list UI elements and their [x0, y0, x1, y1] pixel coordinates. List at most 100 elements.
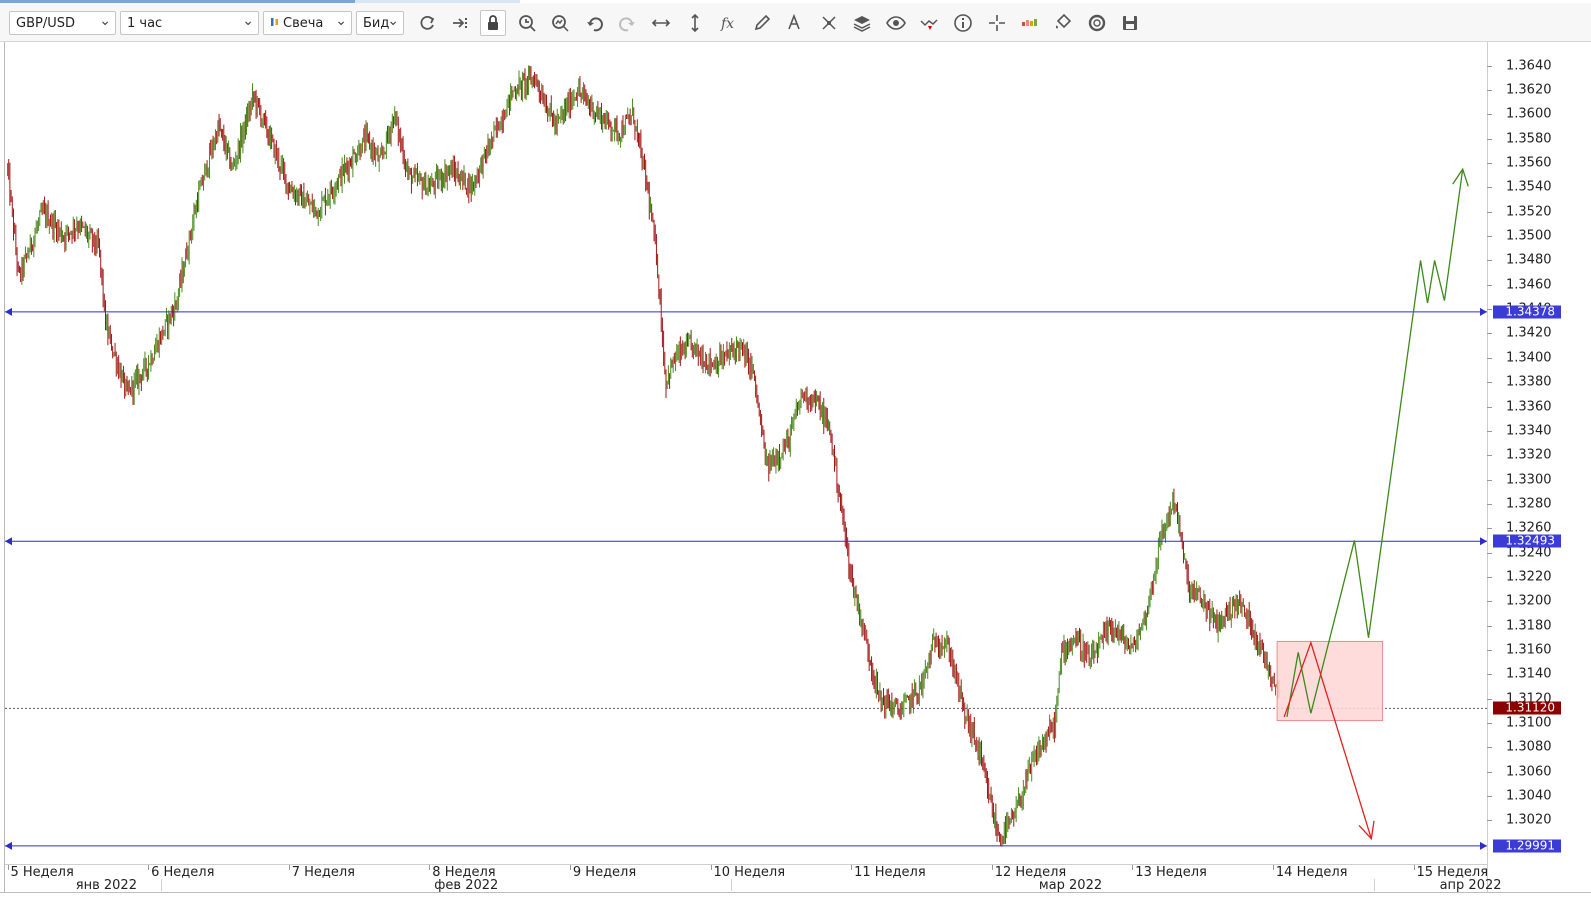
week-label: 9 Неделя — [572, 865, 637, 880]
month-separator — [161, 879, 162, 891]
symbol-select-value: GBP/USD — [16, 16, 75, 31]
week-tick — [1413, 865, 1415, 870]
price-tick — [1487, 382, 1492, 384]
month-label: янв 2022 — [75, 878, 137, 893]
price-tick-label: 1.3360 — [1506, 399, 1552, 415]
level-handle-right-icon — [1480, 537, 1487, 546]
price-tick — [1487, 479, 1492, 481]
toolbar: GBP/USD ⌄ 1 час ⌄ Свеча ⌄ Бид ⌄ fx — [0, 3, 1591, 42]
price-tick — [1487, 90, 1492, 92]
price-tick — [1487, 163, 1492, 165]
timeframe-select[interactable]: 1 час ⌄ — [120, 11, 259, 35]
layers-icon[interactable] — [849, 10, 875, 36]
price-tick — [1487, 552, 1492, 554]
chart-left-border — [4, 42, 5, 892]
chevron-down-icon: ⌄ — [387, 13, 399, 29]
week-tick — [1272, 865, 1274, 870]
week-tick — [1132, 865, 1134, 870]
chart-style-select[interactable]: Свеча ⌄ — [263, 11, 352, 35]
time-axis[interactable]: 5 Неделя 6 Неделя 7 Неделя 8 Неделя 9 Неделя… — [5, 864, 1502, 893]
save-icon[interactable] — [1117, 10, 1143, 36]
price-type-select[interactable]: Бид ⌄ — [356, 11, 404, 35]
undo-icon[interactable] — [581, 10, 607, 36]
price-tick — [1487, 236, 1492, 238]
week-tick — [288, 865, 290, 870]
price-tick-label: 1.3200 — [1506, 593, 1552, 609]
price-tick-label: 1.3620 — [1506, 82, 1552, 98]
horizontal-scale-icon[interactable] — [648, 10, 674, 36]
visibility-icon[interactable] — [883, 10, 909, 36]
price-tick-label: 1.3520 — [1506, 204, 1552, 220]
week-tick — [148, 865, 150, 870]
week-tick — [569, 865, 571, 870]
objects-icon[interactable] — [816, 10, 842, 36]
price-tick — [1487, 211, 1492, 213]
scroll-to-end-icon[interactable] — [448, 10, 474, 36]
month-label: апр 2022 — [1439, 878, 1502, 893]
refresh-icon[interactable] — [414, 10, 440, 36]
price-tick — [1487, 601, 1492, 603]
price-tick-label: 1.3600 — [1506, 106, 1552, 122]
month-separator — [1374, 879, 1375, 891]
price-tick-label: 1.3340 — [1506, 423, 1552, 439]
price-chart[interactable] — [0, 42, 1591, 906]
bottom-border — [0, 892, 1591, 893]
level-handle-left-icon — [5, 537, 12, 546]
price-tick — [1487, 698, 1492, 700]
lock-icon[interactable] — [480, 10, 506, 36]
price-tick — [1487, 674, 1492, 676]
info-icon[interactable] — [950, 10, 976, 36]
signals-icon[interactable] — [916, 10, 942, 36]
text-annotation-icon[interactable] — [782, 10, 808, 36]
price-tick-label: 1.3140 — [1506, 666, 1552, 682]
crosshair-icon[interactable] — [984, 10, 1010, 36]
price-tick — [1487, 528, 1492, 530]
month-label: мар 2022 — [1038, 878, 1103, 893]
fill-icon[interactable] — [1050, 10, 1076, 36]
price-tick-label: 1.3280 — [1506, 496, 1552, 512]
price-tick — [1487, 284, 1492, 286]
zoom-price-icon[interactable] — [547, 10, 573, 36]
price-tick — [1487, 114, 1492, 116]
redo-icon[interactable] — [615, 10, 641, 36]
zoom-time-icon[interactable] — [514, 10, 540, 36]
symbol-select[interactable]: GBP/USD ⌄ — [9, 11, 116, 35]
price-tick-label: 1.3400 — [1506, 350, 1552, 366]
level-handle-right-icon — [1480, 307, 1487, 316]
price-tick — [1487, 333, 1492, 335]
vertical-scale-icon[interactable] — [682, 10, 708, 36]
price-tick-label: 1.3560 — [1506, 155, 1552, 171]
price-tick-label: 1.3500 — [1506, 228, 1552, 244]
indicators-icon[interactable]: fx — [716, 10, 742, 36]
level-handle-left-icon — [5, 307, 12, 316]
week-label: 7 Неделя — [291, 865, 355, 880]
price-tick — [1487, 723, 1492, 725]
chevron-down-icon: ⌄ — [242, 13, 254, 29]
price-tick-label: 1.3320 — [1506, 447, 1552, 463]
chevron-down-icon: ⌄ — [335, 13, 347, 29]
price-tick — [1487, 406, 1492, 408]
price-tick — [1487, 455, 1492, 457]
chart-area[interactable] — [0, 42, 1591, 906]
level-price-badge: 1.29991 — [1493, 839, 1561, 853]
week-tick — [991, 865, 993, 870]
reset-icon[interactable] — [1084, 10, 1110, 36]
price-tick-label: 1.3100 — [1506, 715, 1552, 731]
last-price-badge: 1.31120 — [1493, 701, 1561, 715]
month-separator — [731, 879, 732, 891]
price-tick — [1487, 747, 1492, 749]
svg-text:fx: fx — [720, 16, 734, 32]
price-tick-label: 1.3040 — [1506, 788, 1552, 804]
week-tick — [429, 865, 431, 870]
week-label: 10 Неделя — [713, 865, 786, 880]
price-tick-label: 1.3160 — [1506, 642, 1552, 658]
volume-icon[interactable] — [1017, 10, 1043, 36]
price-tick-label: 1.3220 — [1506, 569, 1552, 585]
pencil-icon[interactable] — [749, 10, 775, 36]
price-tick — [1487, 576, 1492, 578]
price-type-select-value: Бид — [363, 16, 390, 31]
bullish-scenario-path — [1286, 169, 1464, 718]
level-price-badge: 1.34378 — [1493, 305, 1561, 319]
price-tick — [1487, 357, 1492, 359]
level-handle-left-icon — [5, 841, 12, 850]
